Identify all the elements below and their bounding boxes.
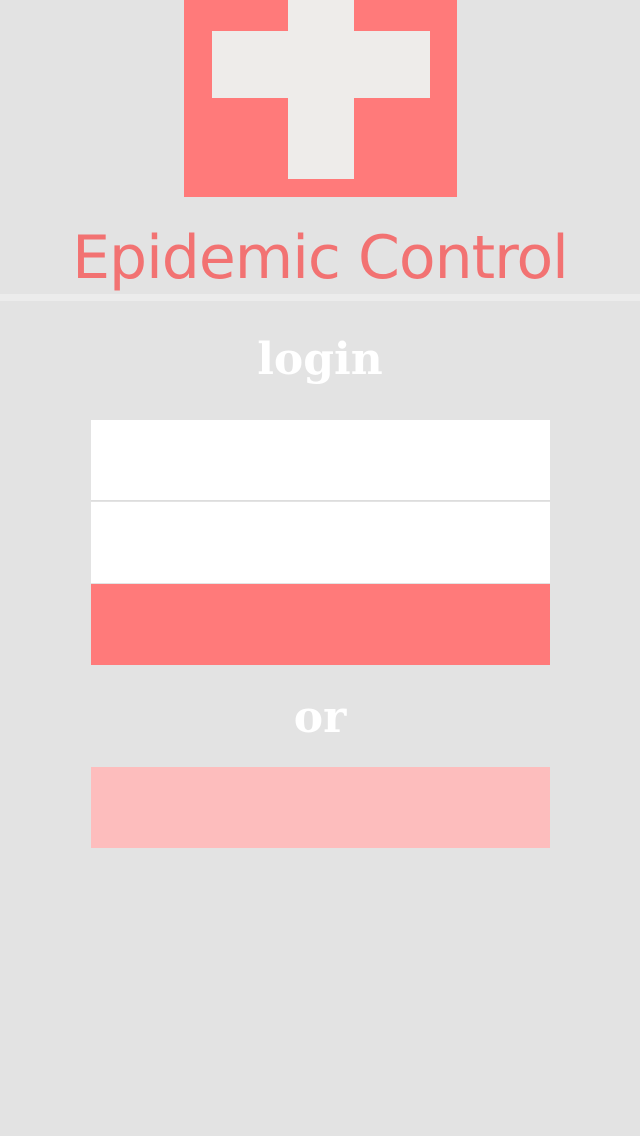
header-divider [0,294,640,301]
cross-horizontal-bar [212,31,430,98]
login-submit-button[interactable] [91,584,550,665]
field-divider [91,500,550,501]
medical-cross-icon [184,0,457,197]
login-field-1[interactable] [91,420,550,501]
login-field-2[interactable] [91,502,550,583]
alternate-login-button[interactable] [91,767,550,848]
or-separator: or [293,692,347,743]
login-heading: login [257,334,383,385]
app-title: Epidemic Control [72,223,569,293]
